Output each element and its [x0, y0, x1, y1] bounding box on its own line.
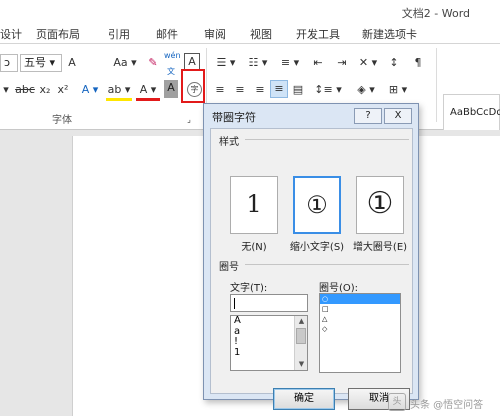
change-case-label: Aa: [113, 56, 128, 69]
highlight-color-icon[interactable]: ab ▾: [106, 82, 132, 101]
shading-icon[interactable]: ◈ ▾: [352, 82, 380, 98]
text-list[interactable]: A a ! 1 ▲ ▼: [230, 315, 308, 371]
phonetic-guide-icon[interactable]: wén 文: [164, 48, 181, 80]
scroll-down-icon[interactable]: ▼: [297, 360, 306, 369]
tab-new-tab[interactable]: 新建选项卡: [362, 26, 417, 42]
bullets-icon[interactable]: ☰ ▾: [212, 55, 240, 71]
style-section-label: 样式: [219, 137, 239, 148]
style-enlarge-label[interactable]: 增大圈号(E): [350, 238, 410, 253]
distributed-icon[interactable]: ▤: [290, 82, 306, 98]
font-color-icon[interactable]: A ▾: [136, 82, 160, 101]
clear-format-icon[interactable]: ✎: [146, 55, 160, 71]
font-size-dropdown[interactable]: 五号 ▾: [20, 54, 62, 72]
ribbon-tabs: 设计 页面布局 引用 邮件 审阅 视图 开发工具 新建选项卡: [0, 22, 500, 44]
text-list-scrollbar[interactable]: ▲ ▼: [294, 316, 307, 370]
scroll-up-icon[interactable]: ▲: [297, 317, 306, 326]
style-none-label[interactable]: 无(N): [224, 238, 284, 253]
watermark-text: 头条 @悟空问答: [410, 400, 484, 411]
font-name-dropdown[interactable]: ɔ: [0, 54, 18, 72]
align-left-icon[interactable]: ≡: [212, 82, 228, 98]
font-dialog-launcher-icon[interactable]: ⌟: [184, 112, 194, 128]
ok-button[interactable]: 确定: [273, 388, 335, 410]
close-button[interactable]: X: [384, 108, 412, 124]
align-center-icon[interactable]: ≡: [232, 82, 248, 98]
font-group-label: 字体: [52, 115, 72, 126]
scroll-thumb[interactable]: [296, 328, 306, 344]
tab-references[interactable]: 引用: [108, 26, 130, 42]
style-option-none[interactable]: 1: [230, 176, 278, 234]
circle-label: 圈号(O):: [319, 283, 359, 294]
style-shrink-glyph: ①: [306, 191, 328, 219]
font-size-value: 五号: [24, 56, 46, 69]
style-option-shrink-text[interactable]: ①: [293, 176, 341, 234]
borders-icon[interactable]: ⊞ ▾: [384, 82, 412, 98]
tab-view[interactable]: 视图: [250, 26, 272, 42]
tab-review[interactable]: 审阅: [204, 26, 226, 42]
dialog-body: 样式 1 ① ① 无(N) 缩小文字(S) 增大圈号(E) 圈号 文字(T): …: [210, 128, 413, 410]
phonetic-char: 文: [167, 67, 175, 76]
tab-mailings[interactable]: 邮件: [156, 26, 178, 42]
help-button[interactable]: ?: [354, 108, 382, 124]
change-case-button[interactable]: Aa ▾: [110, 55, 140, 71]
tab-page-layout[interactable]: 页面布局: [36, 26, 80, 42]
style-enlarge-glyph: ①: [366, 186, 394, 221]
style-preview: AaBbCcDd: [450, 107, 500, 118]
superscript-icon[interactable]: x²: [56, 82, 70, 98]
circle-list-item[interactable]: ◇: [320, 324, 400, 334]
circle-list[interactable]: ○ □ △ ◇: [319, 293, 401, 373]
strikethrough-icon[interactable]: abc: [14, 82, 36, 98]
style-shrink-label[interactable]: 缩小文字(S): [287, 238, 347, 253]
increase-indent-icon[interactable]: ⇥: [332, 55, 352, 71]
dialog-title: 带圈字符: [212, 111, 256, 124]
grow-font-icon[interactable]: A: [66, 55, 78, 71]
multilevel-list-icon[interactable]: ≡ ▾: [276, 55, 304, 71]
line-spacing-icon[interactable]: ↕≡ ▾: [314, 82, 342, 98]
watermark-logo-icon: 头: [388, 393, 406, 411]
style-none-glyph: 1: [246, 190, 262, 218]
enclose-characters-dialog: 带圈字符 ? X 样式 1 ① ① 无(N) 缩小文字(S) 增大圈号(E) 圈…: [203, 103, 419, 410]
tab-developer[interactable]: 开发工具: [296, 26, 340, 42]
circle-list-item[interactable]: □: [320, 304, 400, 314]
title-bar: 文档2 - Word: [0, 0, 500, 22]
tab-design[interactable]: 设计: [0, 26, 22, 42]
circle-list-item[interactable]: △: [320, 314, 400, 324]
numbering-icon[interactable]: ☷ ▾: [244, 55, 272, 71]
text-input[interactable]: [230, 294, 308, 312]
text-effects-icon[interactable]: A ▾: [78, 82, 102, 98]
enclosure-section-label: 圈号: [219, 262, 239, 273]
subscript-icon[interactable]: x₂: [38, 82, 52, 98]
chinese-layout-icon[interactable]: ✕ ▾: [356, 55, 380, 71]
justify-icon[interactable]: ≡: [270, 80, 288, 98]
show-marks-icon[interactable]: ¶: [408, 55, 428, 71]
align-right-icon[interactable]: ≡: [252, 82, 268, 98]
strikethrough-dropdown-icon[interactable]: ▾: [0, 82, 12, 98]
decrease-indent-icon[interactable]: ⇤: [308, 55, 328, 71]
sort-icon[interactable]: ↕: [384, 55, 404, 71]
char-shading-icon[interactable]: A: [164, 80, 178, 98]
text-label: 文字(T):: [230, 283, 268, 294]
style-option-enlarge-symbol[interactable]: ①: [356, 176, 404, 234]
window-title: 文档2 - Word: [401, 7, 470, 20]
circle-list-item[interactable]: ○: [320, 294, 400, 304]
enclose-char-icon[interactable]: 字: [187, 82, 202, 97]
